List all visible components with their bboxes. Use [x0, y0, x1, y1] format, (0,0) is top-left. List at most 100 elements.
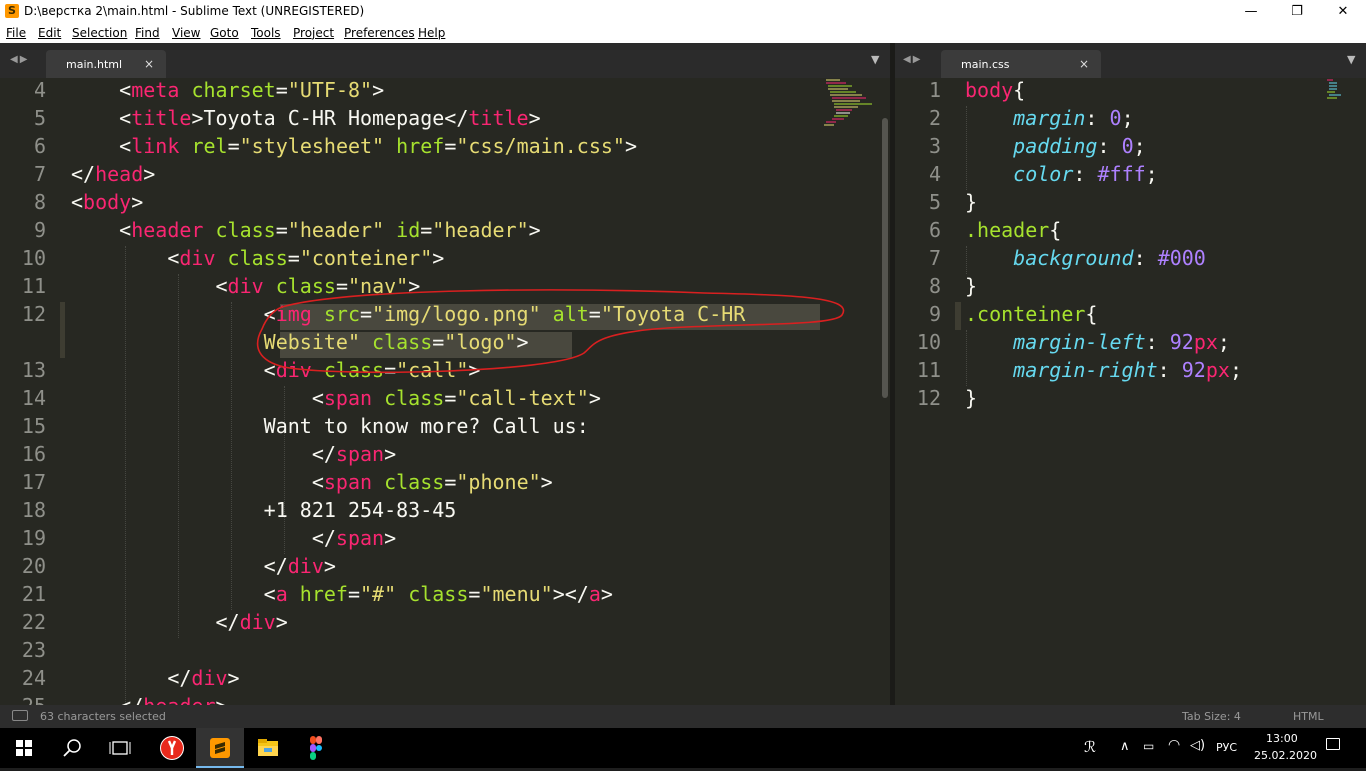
- people-icon[interactable]: ℛ: [1084, 738, 1096, 756]
- line-number: 25: [0, 694, 46, 705]
- windows-start-icon[interactable]: [0, 728, 48, 768]
- menu-goto[interactable]: Goto: [210, 26, 239, 40]
- code-line: <span class="phone">: [311, 470, 553, 494]
- code-line: <body>: [71, 190, 144, 214]
- tab-nav-arrows-icon[interactable]: ◀▶: [903, 54, 922, 65]
- yandex-browser-icon[interactable]: [148, 728, 196, 768]
- code-line: <div class="conteiner">: [167, 246, 445, 270]
- menu-find[interactable]: Find: [135, 26, 160, 40]
- menu-view[interactable]: View: [172, 26, 200, 40]
- title-bar: D:\верстка 2\main.html - Sublime Text (U…: [0, 0, 1366, 23]
- line-number: 16: [21, 442, 46, 466]
- left-tab-bar: ◀▶ main.html × ▼: [0, 43, 890, 78]
- code-line: <link rel="stylesheet" href="css/main.cs…: [119, 134, 637, 158]
- line-number: 24: [21, 666, 46, 690]
- close-icon[interactable]: ×: [1079, 57, 1089, 71]
- code-line: </div>: [215, 610, 288, 634]
- menu-project[interactable]: Project: [293, 26, 334, 40]
- code-line: </div>: [263, 554, 336, 578]
- code-line: }: [965, 274, 978, 298]
- line-number: 17: [21, 470, 46, 494]
- html-editor[interactable]: 4 5 6 7 8 9 10 11 12 13 14 15 16 17 18 19 20 21 22 23 24 25 <…: [0, 78, 890, 705]
- tab-label: main.html: [66, 58, 123, 71]
- line-number: 6: [928, 218, 941, 242]
- menu-edit[interactable]: Edit: [38, 26, 61, 40]
- line-gutter: 1 2 3 4 5 6 7 8 9 10 11 12: [895, 78, 955, 705]
- red-annotation-outline: [256, 289, 845, 374]
- close-button[interactable]: ✕: [1320, 0, 1366, 23]
- tab-nav-arrows-icon[interactable]: ◀▶: [10, 54, 29, 65]
- file-explorer-icon[interactable]: [244, 728, 292, 768]
- search-icon[interactable]: [48, 728, 96, 768]
- code-line: <header class="header" id="header">: [119, 218, 541, 242]
- code-line: Want to know more? Call us:: [263, 414, 589, 438]
- code-line: </span>: [311, 442, 397, 466]
- line-number: 6: [33, 134, 46, 158]
- code-line: margin-right: 92px;: [1013, 358, 1242, 382]
- code-line: .header{: [965, 218, 1062, 242]
- taskbar: ℛ ∧ ▭ ◠ ◁) РУС 13:00 25.02.2020: [0, 728, 1366, 768]
- chevron-down-icon[interactable]: ▼: [1347, 53, 1355, 66]
- line-number: 19: [21, 526, 46, 550]
- status-bar: 63 characters selected Tab Size: 4 HTML: [0, 705, 1366, 728]
- line-number: 11: [21, 274, 46, 298]
- wifi-icon[interactable]: ◠: [1168, 737, 1180, 753]
- line-number: 20: [21, 554, 46, 578]
- line-number: 12: [21, 302, 46, 326]
- chevron-up-icon[interactable]: ∧: [1120, 739, 1130, 754]
- syntax-status[interactable]: HTML: [1293, 710, 1324, 723]
- clock-date[interactable]: 25.02.2020: [1254, 749, 1317, 762]
- menu-help[interactable]: Help: [418, 26, 445, 40]
- menu-selection[interactable]: Selection: [72, 26, 127, 40]
- css-editor[interactable]: 1 2 3 4 5 6 7 8 9 10 11 12 body{ margin: 0; padding…: [895, 78, 1366, 705]
- minimap[interactable]: [1325, 78, 1355, 102]
- selection-status: 63 characters selected: [40, 710, 166, 723]
- code-line: .conteiner{: [965, 302, 1098, 326]
- task-view-icon[interactable]: [96, 728, 144, 768]
- code-line: <title>Toyota C-HR Homepage</title>: [119, 106, 541, 130]
- panel-toggle-icon[interactable]: [12, 710, 28, 721]
- tab-main-css[interactable]: main.css ×: [941, 50, 1101, 78]
- line-number: 22: [21, 610, 46, 634]
- line-number: 11: [916, 358, 941, 382]
- tab-main-html[interactable]: main.html ×: [46, 50, 166, 78]
- line-number: 15: [21, 414, 46, 438]
- line-number: 21: [21, 582, 46, 606]
- code-line: margin-left: 92px;: [1013, 330, 1230, 354]
- clock-time[interactable]: 13:00: [1266, 732, 1298, 745]
- line-number: 5: [928, 190, 941, 214]
- code-line: <meta charset="UTF-8">: [119, 78, 385, 102]
- notification-icon[interactable]: [1326, 738, 1340, 750]
- menu-preferences[interactable]: Preferences: [344, 26, 415, 40]
- line-number: 5: [33, 106, 46, 130]
- battery-icon[interactable]: ▭: [1143, 739, 1154, 753]
- language-indicator[interactable]: РУС: [1216, 741, 1237, 754]
- menu-tools[interactable]: Tools: [251, 26, 281, 40]
- sublime-text-icon: [210, 738, 230, 758]
- code-line: margin: 0;: [1013, 106, 1134, 130]
- code-line: }: [965, 190, 978, 214]
- volume-icon[interactable]: ◁): [1190, 738, 1205, 753]
- line-number: 14: [21, 386, 46, 410]
- tab-size-status[interactable]: Tab Size: 4: [1182, 710, 1241, 723]
- menu-file[interactable]: File: [6, 26, 26, 40]
- minimap[interactable]: [822, 78, 882, 138]
- code-line: background: #000: [1013, 246, 1206, 270]
- figma-icon[interactable]: [292, 728, 340, 768]
- line-number: 9: [33, 218, 46, 242]
- code-line: body{: [965, 78, 1026, 102]
- line-number: 9: [928, 302, 941, 326]
- close-icon[interactable]: ×: [144, 57, 154, 71]
- chevron-down-icon[interactable]: ▼: [871, 53, 879, 66]
- line-number: 4: [928, 162, 941, 186]
- vertical-scrollbar[interactable]: [882, 118, 888, 398]
- minimize-button[interactable]: —: [1228, 0, 1274, 23]
- window-title: D:\верстка 2\main.html - Sublime Text (U…: [24, 4, 365, 18]
- code-line: </div>: [167, 666, 240, 690]
- line-number: 8: [928, 274, 941, 298]
- maximize-button[interactable]: ❐: [1274, 0, 1320, 23]
- line-number: 8: [33, 190, 46, 214]
- line-number: 4: [33, 78, 46, 102]
- sublime-text-taskbar-button[interactable]: [196, 728, 244, 768]
- line-number: 7: [33, 162, 46, 186]
